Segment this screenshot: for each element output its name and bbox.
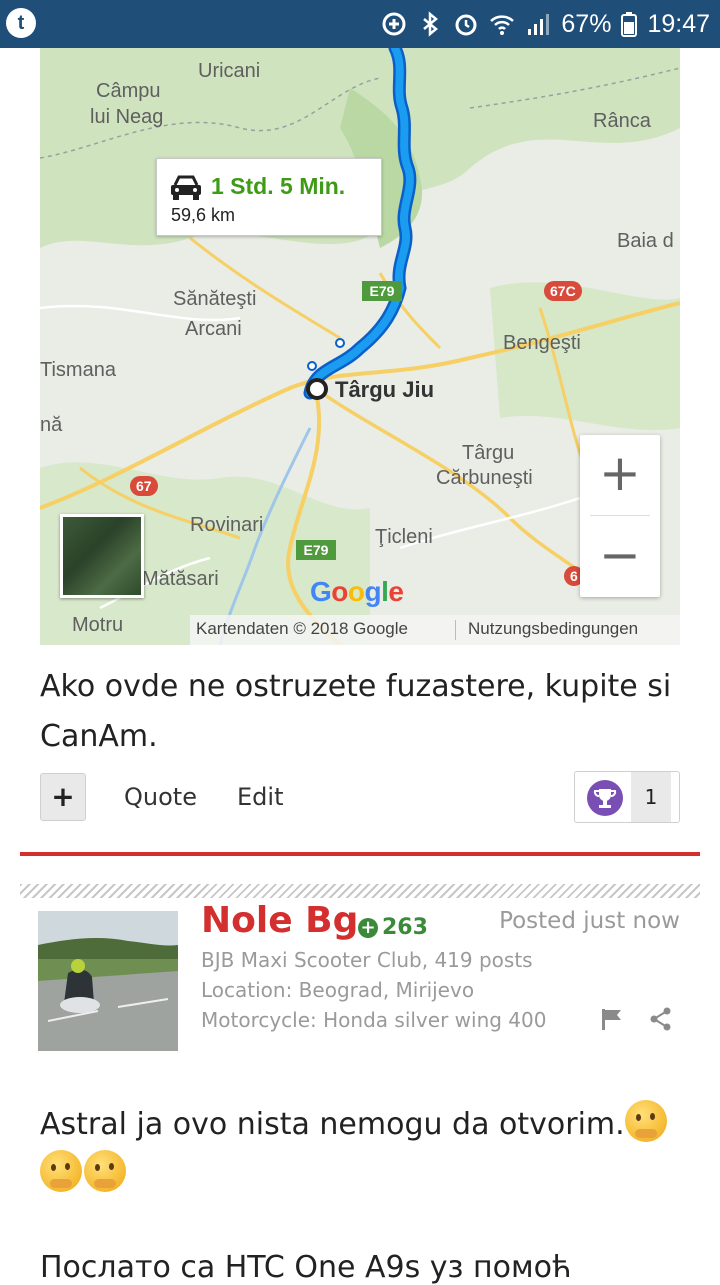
map-label-ticleni: Ţicleni	[375, 526, 433, 548]
like-button[interactable]: 1	[574, 771, 680, 823]
post-actions: + Quote Edit 1	[40, 771, 680, 823]
reputation-count: 263	[382, 915, 428, 940]
battery-percent: 67%	[561, 9, 612, 38]
thinking-face-icon	[84, 1150, 126, 1192]
wifi-icon	[490, 15, 515, 35]
road-badge-67: 67	[130, 476, 158, 496]
post-body: Ako ovde ne ostruzete fuzastere, kupite …	[40, 669, 672, 754]
signal-icon	[528, 14, 550, 35]
map-label-lui-neag: lui Neag	[90, 106, 164, 128]
post-body-2: Astral ja ovo nista nemogu da otvorim.	[40, 1100, 680, 1200]
map-data-attribution: Kartendaten © 2018 Google	[196, 619, 408, 638]
like-count: 1	[631, 772, 671, 822]
share-icon[interactable]	[648, 1006, 674, 1032]
post-body-text: Astral ja ovo nista nemogu da otvorim.	[40, 1107, 625, 1142]
post-divider	[20, 852, 700, 856]
google-logo: Google	[310, 576, 404, 607]
alarm-icon	[455, 14, 477, 36]
plus-circle-icon: +	[358, 918, 378, 938]
tapatalk-app-icon: t	[6, 8, 36, 38]
author-location: Location: Beograd, Mirijevo	[201, 978, 475, 1002]
post-timestamp: Posted just now	[499, 908, 680, 934]
zoom-in-button[interactable]: +	[580, 435, 660, 515]
map-label-uricani: Uricani	[198, 60, 261, 82]
avatar[interactable]	[38, 911, 178, 1051]
map-destination-label: Târgu Jiu	[335, 377, 435, 402]
route-distance: 59,6 km	[171, 205, 236, 225]
map-label-arcani: Arcani	[185, 318, 242, 340]
edit-button[interactable]: Edit	[237, 783, 283, 811]
road-badge-67c: 67C	[544, 281, 582, 301]
map-label-motru: Motru	[72, 614, 124, 636]
car-icon	[171, 175, 201, 200]
map-label-carbunesti: Cărbuneşti	[436, 467, 533, 489]
report-flag-icon[interactable]	[599, 1006, 625, 1032]
data-saver-icon	[382, 12, 406, 36]
road-badge-e79: E79	[362, 281, 402, 301]
map-label-campu: Câmpu	[96, 80, 161, 102]
map-label-rovinari: Rovinari	[190, 514, 264, 536]
map-label-ranca: Rânca	[593, 110, 651, 132]
battery-icon	[621, 12, 638, 37]
bluetooth-icon	[423, 11, 439, 37]
author-name[interactable]: Nole Bg	[201, 900, 358, 941]
map-label-tismana: Tismana	[40, 359, 116, 381]
quote-button[interactable]: Quote	[124, 783, 197, 811]
trophy-icon	[587, 780, 623, 816]
map-label-sanatesti: Sănăteşti	[173, 288, 257, 310]
zoom-controls: + −	[580, 435, 660, 597]
zoom-out-button[interactable]: −	[580, 517, 660, 597]
map-label-baia: Baia d	[617, 230, 674, 252]
route-info-box[interactable]: 1 Std. 5 Min. 59,6 km	[156, 158, 382, 236]
road-badge-e79-south: E79	[296, 540, 336, 560]
map-label-bengesti: Bengeşti	[503, 332, 581, 354]
status-bar: t 67% 19:47	[0, 0, 720, 48]
map-attribution-bar: Kartendaten © 2018 Google Nutzungsbeding…	[190, 615, 680, 645]
map-label-na: nă	[40, 414, 63, 436]
satellite-toggle-thumbnail[interactable]	[60, 514, 144, 598]
map-label-matasari: Mătăsari	[142, 568, 219, 590]
author-club: BJB Maxi Scooter Club, 419 posts	[201, 948, 533, 972]
route-duration: 1 Std. 5 Min.	[211, 173, 346, 199]
more-actions-button[interactable]: +	[40, 773, 86, 821]
thinking-face-icon	[40, 1150, 82, 1192]
thinking-face-icon	[624, 1100, 667, 1142]
author-motorcycle: Motorcycle: Honda silver wing 400	[201, 1008, 547, 1032]
zoom-divider	[590, 515, 650, 516]
post-separator-hatch	[20, 884, 700, 898]
clock: 19:47	[647, 9, 710, 38]
map-embed[interactable]: Uricani Câmpu lui Neag Rânca Baia d Sănă…	[40, 48, 680, 645]
reputation-badge: +263	[358, 915, 428, 940]
attribution-divider	[455, 620, 456, 640]
terms-link[interactable]: Nutzungsbedingungen	[468, 619, 638, 639]
map-label-targu: Târgu	[462, 442, 515, 464]
